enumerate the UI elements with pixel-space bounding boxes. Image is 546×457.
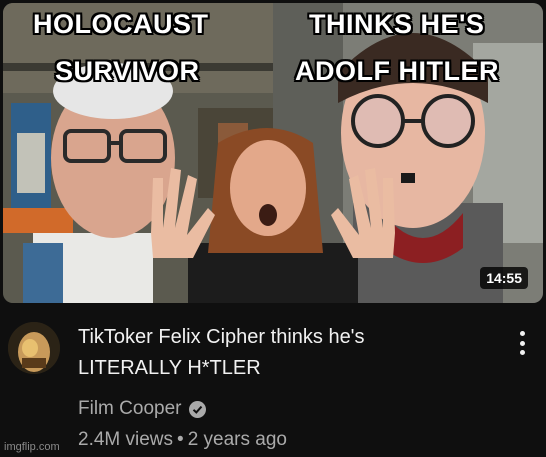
video-title[interactable]: TikToker Felix Cipher thinks he's LITERA…: [78, 322, 488, 384]
more-vert-icon-dot: [519, 350, 525, 355]
check-circle-icon: [189, 400, 207, 418]
more-options-button[interactable]: [510, 328, 534, 358]
video-thumbnail[interactable]: HOLOCAUST SURVIVOR THINKS HE'S ADOLF HIT…: [3, 3, 543, 303]
video-title-line: TikToker Felix Cipher thinks he's: [78, 326, 365, 348]
thumbnail-image: [3, 3, 543, 303]
thumbnail-caption: THINKS HE'S: [309, 9, 485, 39]
thumbnail-caption: SURVIVOR: [55, 56, 200, 86]
watermark: imgflip.com: [4, 441, 60, 453]
meta-separator: •: [177, 429, 184, 450]
view-count: 2.4M views: [78, 429, 174, 450]
channel-avatar[interactable]: [8, 322, 60, 374]
avatar-image: [8, 322, 60, 374]
channel-info[interactable]: Film Cooper: [78, 398, 207, 420]
more-vert-icon-dot: [519, 340, 525, 346]
video-title-line: LITERALLY H*TLER: [78, 357, 261, 379]
video-duration-badge: 14:55: [480, 267, 528, 289]
more-vert-icon: [519, 331, 525, 336]
thumbnail-caption: ADOLF HITLER: [295, 56, 499, 86]
thumbnail-caption: HOLOCAUST: [33, 9, 209, 39]
video-metadata: 2.4M views • 2 years ago: [78, 429, 287, 451]
upload-age: 2 years ago: [187, 429, 287, 450]
channel-name[interactable]: Film Cooper: [78, 398, 181, 420]
